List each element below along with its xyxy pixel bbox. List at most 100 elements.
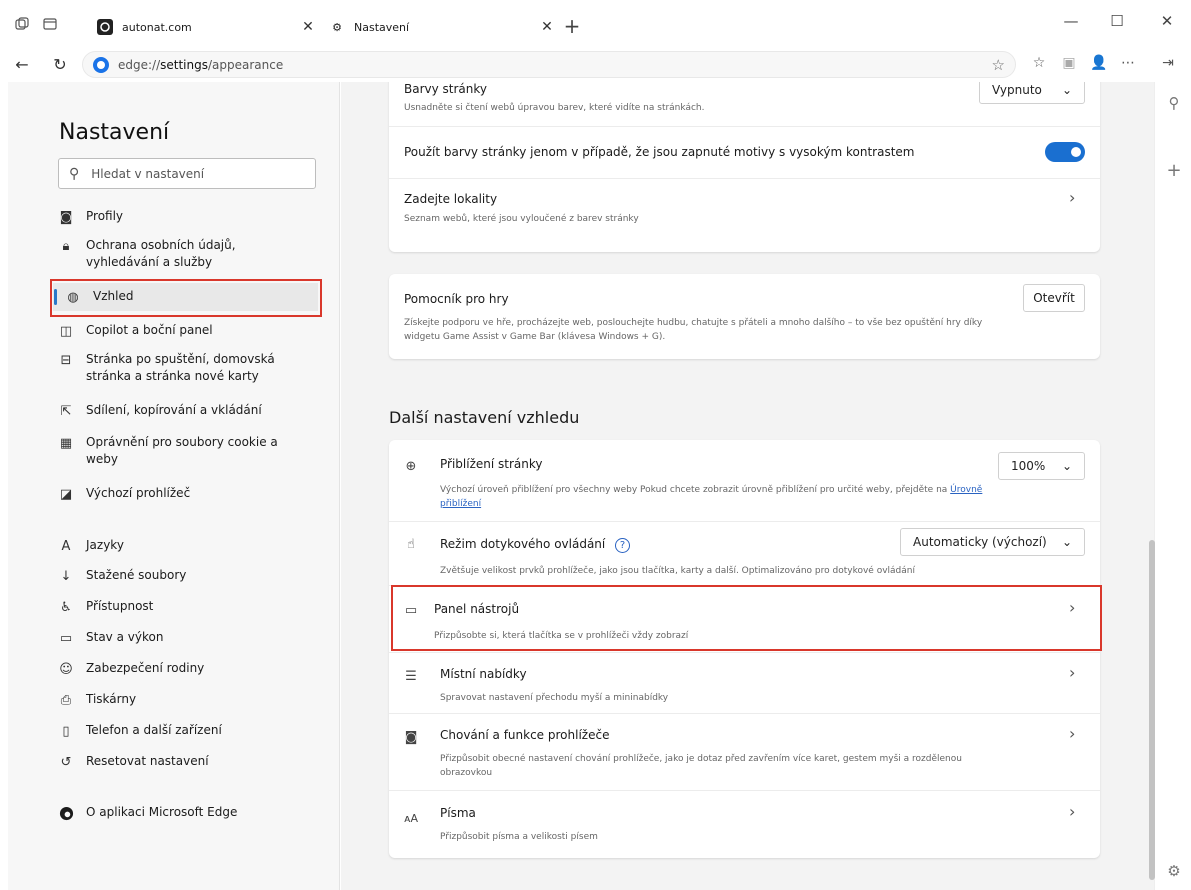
touch-title: Režim dotykového ovládání ? [440,537,631,553]
behavior-title[interactable]: Chování a funkce prohlížeče [440,728,609,742]
page-title: Nastavení [59,120,170,145]
context-title[interactable]: Místní nabídky [440,667,527,681]
profile-icon[interactable]: 👤 [1089,55,1109,71]
sidebar-item-default-browser[interactable]: ◪ Výchozí prohlížeč [58,485,328,502]
search-icon[interactable]: ⚲ [1164,94,1184,112]
divider [389,178,1100,179]
zoom-dropdown[interactable]: 100% ⌄ [998,452,1085,480]
add-icon[interactable]: + [1164,160,1184,181]
gear-icon[interactable]: ⚙ [1164,862,1184,880]
home-page-icon: ⊟ [60,352,72,368]
profile-card-icon: ◙ [59,209,73,225]
section-heading: Další nastavení vzhledu [389,408,580,427]
sidebar-item-family[interactable]: ☺ Zabezpečení rodiny [58,660,328,677]
sidebar-item-printers[interactable]: ⎙ Tiskárny [58,691,328,708]
side-panel-icon: ◫ [59,323,73,339]
highlight-box-toolbar [391,585,1102,651]
touch-desc: Zvětšuje velikost prvků prohlížeče, jako… [440,566,915,576]
zoom-levels-link[interactable]: Úrovně [950,485,982,495]
divider [389,790,1100,791]
close-window-icon[interactable]: ✕ [1152,12,1182,30]
printer-icon: ⎙ [60,692,72,708]
accessibility-icon: ♿︎ [60,599,72,615]
chevron-right-icon[interactable]: › [1069,802,1075,821]
favorites-icon[interactable]: ☆ [1029,55,1049,71]
chevron-right-icon[interactable]: › [1069,724,1075,743]
tab-label: Nastavení [354,20,410,34]
sidebar-item-about[interactable]: O aplikaci Microsoft Edge [58,804,328,821]
divider [389,652,1100,653]
gear-icon: ⚙ [332,20,342,34]
back-arrow-icon[interactable]: ← [12,55,32,74]
browser-behavior-icon: ◙ [404,729,418,745]
context-desc: Spravovat nastavení přechodu myší a mini… [440,693,669,703]
tab-actions-icon[interactable] [42,16,58,32]
sidebar-toggle-icon[interactable]: ⇥ [1158,55,1178,71]
sidebar-item-sharing[interactable]: ⇱ Sdílení, kopírování a vkládání [58,402,328,419]
sidebar-item-performance[interactable]: ▭ Stav a výkon [58,629,328,646]
chevron-down-icon: ⌄ [1061,459,1072,473]
search-input[interactable]: ⚲ Hledat v nastavení [58,158,316,189]
edge-logo-icon [58,805,74,821]
sidebar-item-phone[interactable]: ▯ Telefon a další zařízení [58,722,328,739]
fonts-title[interactable]: Písma [440,806,476,820]
close-tab-icon[interactable]: ✕ [298,19,318,35]
sidebar-item-privacy[interactable]: 🔒︎ Ochrana osobních údajů, vyhledávání a… [58,237,288,271]
dropdown-value: Automaticky (výchozí) [913,535,1047,549]
sites-title: Zadejte lokality [404,192,498,206]
download-icon: ↓ [60,568,72,584]
game-assist-desc-1: Získejte podporu ve hře, procházejte web… [404,318,983,328]
sidebar-item-downloads[interactable]: ↓ Stažené soubory [58,567,328,584]
sidebar-item-start-page[interactable]: ⊟ Stránka po spuštění, domovská stránka … [58,351,288,385]
edge-icon [93,56,109,73]
sidebar-item-cookies[interactable]: ▦ Oprávnění pro soubory cookie a weby [58,434,288,468]
sidebar-item-label: Stav a výkon [86,630,164,644]
zoom-levels-link-2[interactable]: přiblížení [440,499,481,509]
sidebar-item-label: O aplikaci Microsoft Edge [86,805,238,819]
sidebar-item-label: Resetovat nastavení [86,754,209,768]
url-text: edge://settings/appearance [118,57,284,72]
page-colors-dropdown[interactable]: Vypnuto ⌄ [979,82,1085,104]
sites-desc: Seznam webů, které jsou vyloučené z bare… [404,214,639,224]
sidebar-item-label: Oprávnění pro soubory cookie a weby [86,435,278,466]
minimize-icon[interactable]: — [1056,12,1086,30]
fonts-desc: Přizpůsobit písma a velikosti písem [440,832,598,842]
lock-icon: 🔒︎ [62,238,70,254]
zoom-desc: Výchozí úroveň přiblížení pro všechny we… [440,485,983,509]
chevron-right-icon[interactable]: › [1069,663,1075,682]
chevron-right-icon[interactable]: › [1069,188,1075,207]
sidebar-item-languages[interactable]: A Jazyky [58,537,328,554]
contrast-toggle[interactable] [1045,142,1085,162]
sidebar-item-label: Tiskárny [86,692,137,706]
maximize-icon[interactable]: ☐ [1102,12,1132,30]
sidebar-item-reset[interactable]: ↺ Resetovat nastavení [58,753,328,770]
sidebar-item-label: Profily [86,209,124,223]
sidebar-item-copilot[interactable]: ◫ Copilot a boční panel [58,322,328,339]
open-button[interactable]: Otevřít [1023,284,1085,312]
sidebar-item-accessibility[interactable]: ♿︎ Přístupnost [58,598,328,615]
autonat-favicon-icon [97,19,113,35]
new-tab-icon[interactable]: + [560,14,584,38]
workspaces-icon[interactable] [14,16,30,32]
refresh-icon[interactable]: ↻ [50,55,70,74]
page-colors-desc: Usnadněte si čtení webů úpravou barev, k… [404,103,705,113]
behavior-desc-1: Přizpůsobit obecné nastavení chování pro… [440,754,962,764]
more-menu-icon[interactable]: ⋯ [1118,55,1138,71]
collections-icon[interactable]: ▣ [1059,55,1079,71]
scrollbar-thumb[interactable] [1149,540,1155,880]
favorite-star-icon[interactable]: ☆ [992,56,1005,74]
sidebar-item-label: Přístupnost [86,599,154,613]
sidebar-item-label: Stažené soubory [86,568,187,582]
family-icon: ☺ [59,661,73,677]
sidebar-item-profiles[interactable]: ◙ Profily [58,208,328,225]
search-placeholder: Hledat v nastavení [91,166,205,181]
sidebar-item-label: Jazyky [86,538,124,552]
game-assist-card: Pomocník pro hry Otevřít Získejte podpor… [389,274,1100,359]
help-icon[interactable]: ? [615,538,631,553]
url-field[interactable]: edge://settings/appearance ☆ [82,51,1016,78]
tab-settings[interactable]: ⚙ Nastavení ✕ [322,10,557,44]
tab-autonat[interactable]: autonat.com ✕ [90,10,318,44]
touch-mode-dropdown[interactable]: Automaticky (výchozí) ⌄ [900,528,1085,556]
close-tab-icon[interactable]: ✕ [537,19,557,35]
zoom-in-icon: ⊕ [405,458,417,474]
